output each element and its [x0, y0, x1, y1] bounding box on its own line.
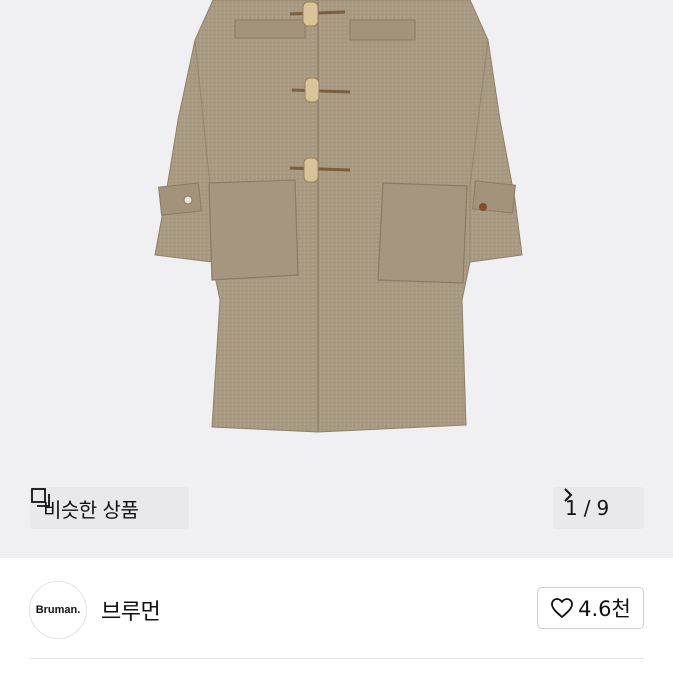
similar-items-button[interactable]: 비슷한 상품 — [30, 487, 189, 529]
shop-name[interactable]: 브루먼 — [101, 594, 161, 626]
pager-separator: / — [583, 496, 591, 520]
like-count: 4.6천 — [578, 597, 631, 621]
heart-outline-icon — [551, 598, 574, 618]
shop-avatar[interactable]: Bruman. — [29, 581, 87, 639]
duffle-coat-image — [154, 0, 523, 433]
similar-items-icon — [31, 488, 50, 507]
shop-logo-text: Bruman. — [35, 604, 81, 616]
shop-info-row: Bruman. 브루먼 4.6천 — [0, 558, 673, 658]
like-button[interactable]: 4.6천 — [537, 587, 644, 629]
divider — [30, 658, 644, 659]
chevron-right-icon — [564, 488, 573, 502]
image-pager[interactable]: 1 / 9 — [553, 487, 644, 529]
pager-total: 9 — [596, 496, 610, 520]
similar-items-label: 비슷한 상품 — [43, 497, 139, 522]
product-image-area[interactable]: 비슷한 상품 1 / 9 — [0, 0, 673, 558]
